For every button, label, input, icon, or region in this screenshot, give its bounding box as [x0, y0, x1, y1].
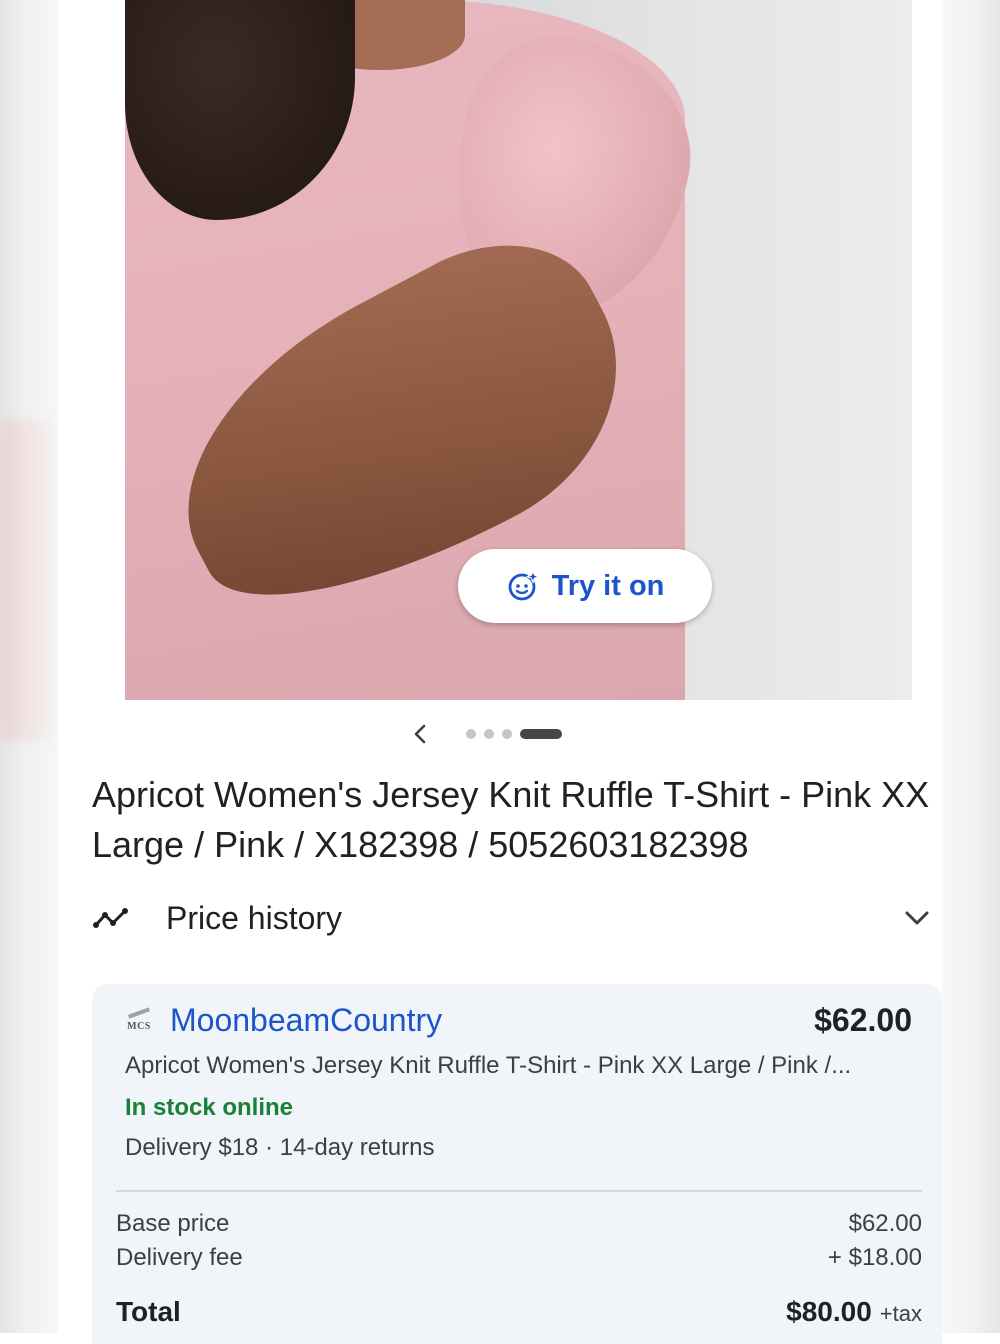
- try-it-on-label: Try it on: [551, 569, 665, 602]
- offer-price: $62.00: [814, 1001, 912, 1038]
- chevron-left-icon[interactable]: [410, 723, 432, 745]
- merchant-offer-card[interactable]: MCS MoonbeamCountry $62.00 Apricot Women…: [92, 984, 942, 1344]
- total-amount: $80.00 +tax: [786, 1296, 922, 1328]
- merchant-logo: MCS: [122, 1003, 156, 1037]
- delivery-fee-row: Delivery fee + $18.00: [116, 1244, 922, 1278]
- delivery-info: Delivery $18 · 14-day returns: [125, 1134, 435, 1161]
- total-row: Total $80.00 +tax: [116, 1296, 922, 1336]
- base-price-label: Base price: [116, 1210, 230, 1237]
- merchant-name-link[interactable]: MoonbeamCountry: [170, 1002, 814, 1039]
- background-right-panel: [942, 0, 1000, 1333]
- price-breakdown: Base price $62.00 Delivery fee + $18.00 …: [116, 1210, 922, 1336]
- offer-description: Apricot Women's Jersey Knit Ruffle T-Shi…: [125, 1052, 852, 1079]
- image-carousel-indicator: [410, 722, 562, 746]
- product-image[interactable]: Try it on: [125, 0, 912, 700]
- delivery-fee-value: + $18.00: [827, 1244, 922, 1271]
- carousel-dot-active[interactable]: [520, 729, 562, 739]
- price-history-label: Price history: [166, 899, 343, 936]
- carousel-dot[interactable]: [466, 729, 476, 739]
- virtual-try-on-icon: [508, 569, 540, 601]
- total-label: Total: [116, 1296, 181, 1327]
- stock-status: In stock online: [125, 1094, 294, 1121]
- total-value: $80.00: [786, 1296, 872, 1327]
- background-left-panel: [0, 0, 58, 1333]
- base-price-value: $62.00: [848, 1210, 922, 1237]
- price-history-row[interactable]: Price history: [92, 888, 932, 948]
- product-title: Apricot Women's Jersey Knit Ruffle T-Shi…: [92, 774, 930, 865]
- trending-line-icon: [93, 908, 128, 928]
- merchant-row: MCS MoonbeamCountry $62.00: [122, 998, 912, 1042]
- tax-label: +tax: [879, 1301, 922, 1326]
- delivery-fee-label: Delivery fee: [116, 1244, 243, 1271]
- divider: [116, 1190, 922, 1192]
- product-sheet: Try it on Apricot Women's Jersey Knit Ru…: [58, 0, 942, 1344]
- carousel-dot[interactable]: [502, 729, 512, 739]
- try-it-on-button[interactable]: Try it on: [458, 549, 712, 623]
- chevron-down-icon[interactable]: [902, 903, 932, 933]
- carousel-dot[interactable]: [484, 729, 494, 739]
- base-price-row: Base price $62.00: [116, 1210, 922, 1244]
